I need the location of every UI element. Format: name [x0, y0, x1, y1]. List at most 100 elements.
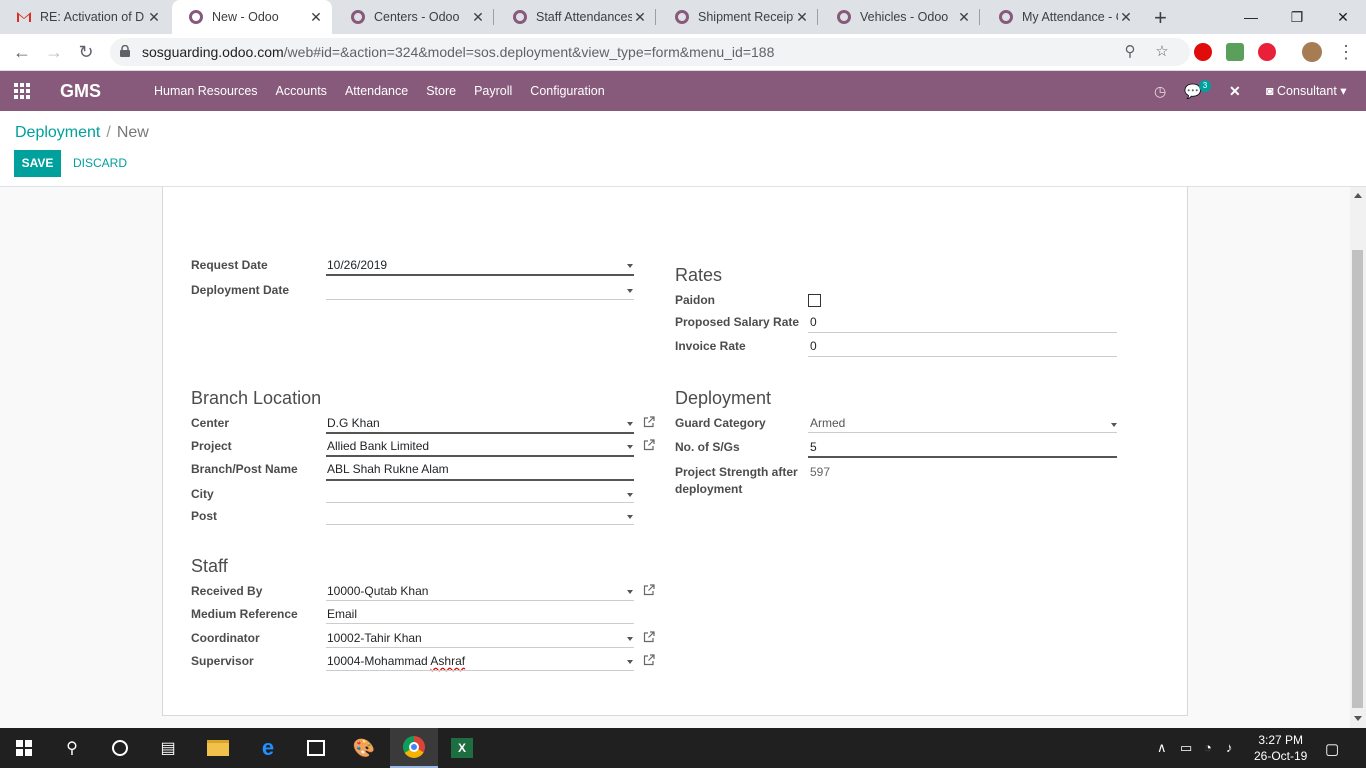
supervisor-field[interactable]: 10004-Mohammad Ashraf: [327, 654, 465, 668]
profile-avatar[interactable]: [1302, 42, 1322, 62]
rates-section-title: Rates: [675, 265, 723, 285]
paint-icon[interactable]: 🎨: [340, 728, 388, 768]
file-explorer-icon[interactable]: [194, 728, 242, 768]
num-sgs-field[interactable]: 5: [810, 440, 817, 454]
browser-tab-my-attendance[interactable]: My Attendance - O ✕: [982, 0, 1142, 34]
menu-attendance[interactable]: Attendance: [345, 71, 408, 111]
chevron-down-icon[interactable]: [627, 515, 633, 519]
close-tab-icon[interactable]: ✕: [308, 9, 324, 26]
menu-store[interactable]: Store: [426, 71, 456, 111]
activity-clock-icon[interactable]: ◷: [1154, 83, 1166, 100]
chevron-down-icon[interactable]: [627, 422, 633, 426]
menu-payroll[interactable]: Payroll: [474, 71, 512, 111]
external-link-icon[interactable]: [643, 584, 655, 596]
paidon-checkbox[interactable]: [808, 294, 821, 307]
field-underline: [326, 623, 634, 624]
close-tab-icon[interactable]: ✕: [632, 9, 648, 26]
close-x-icon[interactable]: ✕: [1229, 83, 1241, 100]
search-icon[interactable]: ⚲: [48, 728, 96, 768]
close-window-icon[interactable]: ✕: [1320, 0, 1366, 34]
notifications-icon[interactable]: ▢: [1325, 740, 1339, 758]
proposed-salary-rate-field[interactable]: 0: [810, 315, 817, 329]
windows-start-icon[interactable]: [0, 728, 48, 768]
minimize-icon[interactable]: —: [1228, 0, 1274, 34]
chrome-menu-icon[interactable]: ⋮: [1334, 41, 1358, 65]
menu-configuration[interactable]: Configuration: [530, 71, 604, 111]
menu-human-resources[interactable]: Human Resources: [154, 71, 258, 111]
coordinator-field[interactable]: 10002-Tahir Khan: [327, 631, 422, 645]
task-view-icon[interactable]: ▤: [144, 728, 192, 768]
excel-icon[interactable]: X: [438, 728, 486, 768]
tab-title: Vehicles - Odoo: [860, 10, 949, 24]
close-tab-icon[interactable]: ✕: [956, 9, 972, 26]
forward-arrow-icon[interactable]: →: [42, 41, 66, 65]
discard-button[interactable]: DISCARD: [73, 156, 127, 170]
browser-tab-new-odoo[interactable]: New - Odoo ✕: [172, 0, 332, 34]
external-link-icon[interactable]: [643, 416, 655, 428]
chevron-down-icon[interactable]: [627, 289, 633, 293]
volume-icon[interactable]: ♪: [1226, 740, 1233, 755]
extension-tray-icon[interactable]: [1226, 43, 1244, 61]
system-clock[interactable]: 3:27 PM 26-Oct-19: [1254, 732, 1307, 764]
extension-opera-icon[interactable]: [1194, 43, 1212, 61]
field-underline: [326, 455, 634, 457]
branch-post-name-field[interactable]: ABL Shah Rukne Alam: [327, 462, 449, 476]
chevron-down-icon[interactable]: [627, 445, 633, 449]
edge-browser-icon[interactable]: e: [244, 728, 292, 768]
external-link-icon[interactable]: [643, 631, 655, 643]
chevron-down-icon[interactable]: [627, 637, 633, 641]
chrome-taskbar-icon[interactable]: [390, 728, 438, 768]
received-by-field[interactable]: 10000-Qutab Khan: [327, 584, 428, 598]
project-field[interactable]: Allied Bank Limited: [327, 439, 429, 453]
close-tab-icon[interactable]: ✕: [1118, 9, 1134, 26]
restore-icon[interactable]: ❐: [1274, 0, 1320, 34]
apps-menu-icon[interactable]: [14, 83, 30, 99]
center-field[interactable]: D.G Khan: [327, 416, 380, 430]
browser-tab-gmail[interactable]: RE: Activation of D ✕: [0, 0, 170, 34]
extension-bolt-icon[interactable]: [1258, 43, 1276, 61]
browser-tab-vehicles[interactable]: Vehicles - Odoo ✕: [820, 0, 980, 34]
battery-icon[interactable]: ▭: [1180, 740, 1192, 756]
browser-tab-staff-attendances[interactable]: Staff Attendances ✕: [496, 0, 656, 34]
chevron-down-icon[interactable]: [627, 264, 633, 268]
external-link-icon[interactable]: [643, 439, 655, 451]
field-underline: [326, 524, 634, 525]
store-icon[interactable]: [292, 728, 340, 768]
tab-title: Centers - Odoo: [374, 10, 460, 24]
save-button[interactable]: SAVE: [14, 150, 61, 177]
scroll-up-arrow-icon[interactable]: [1354, 193, 1362, 198]
bookmark-star-icon[interactable]: ☆: [1153, 43, 1171, 61]
cortana-icon[interactable]: [96, 728, 144, 768]
chevron-down-icon[interactable]: [627, 590, 633, 594]
address-bar[interactable]: sosguarding.odoo.com/web#id=&action=324&…: [110, 38, 1190, 66]
page-scrollbar[interactable]: [1350, 187, 1366, 728]
project-strength-label-line2: deployment: [675, 482, 743, 496]
close-tab-icon[interactable]: ✕: [470, 9, 486, 26]
medium-reference-label: Medium Reference: [191, 607, 298, 621]
app-brand[interactable]: GMS: [60, 81, 101, 102]
browser-tab-shipment-receipt[interactable]: Shipment Receipt ✕: [658, 0, 818, 34]
chevron-down-icon[interactable]: [627, 493, 633, 497]
browser-tab-centers[interactable]: Centers - Odoo ✕: [334, 0, 494, 34]
tab-title: RE: Activation of D: [40, 10, 145, 24]
scrollbar-thumb[interactable]: [1352, 250, 1363, 708]
breadcrumb-deployment[interactable]: Deployment: [15, 124, 100, 141]
chevron-down-icon[interactable]: [627, 660, 633, 664]
close-tab-icon[interactable]: ✕: [146, 9, 162, 26]
invoice-rate-field[interactable]: 0: [810, 339, 817, 353]
close-tab-icon[interactable]: ✕: [794, 9, 810, 26]
scroll-down-arrow-icon[interactable]: [1354, 716, 1362, 721]
request-date-field[interactable]: 10/26/2019: [327, 258, 387, 272]
menu-accounts[interactable]: Accounts: [276, 71, 327, 111]
external-link-icon[interactable]: [643, 654, 655, 666]
user-menu[interactable]: ◙ Consultant ▾: [1266, 83, 1347, 98]
chevron-up-icon[interactable]: ∧: [1157, 740, 1167, 756]
zoom-icon[interactable]: ⚲: [1121, 43, 1139, 61]
reload-icon[interactable]: ↻: [74, 41, 98, 65]
chevron-down-icon[interactable]: [1111, 423, 1117, 427]
back-arrow-icon[interactable]: ←: [10, 41, 34, 65]
wifi-icon[interactable]: ◔: [1204, 740, 1212, 755]
new-tab-button[interactable]: +: [1154, 5, 1167, 31]
guard-category-field[interactable]: Armed: [810, 416, 845, 430]
medium-reference-field[interactable]: Email: [327, 607, 357, 621]
